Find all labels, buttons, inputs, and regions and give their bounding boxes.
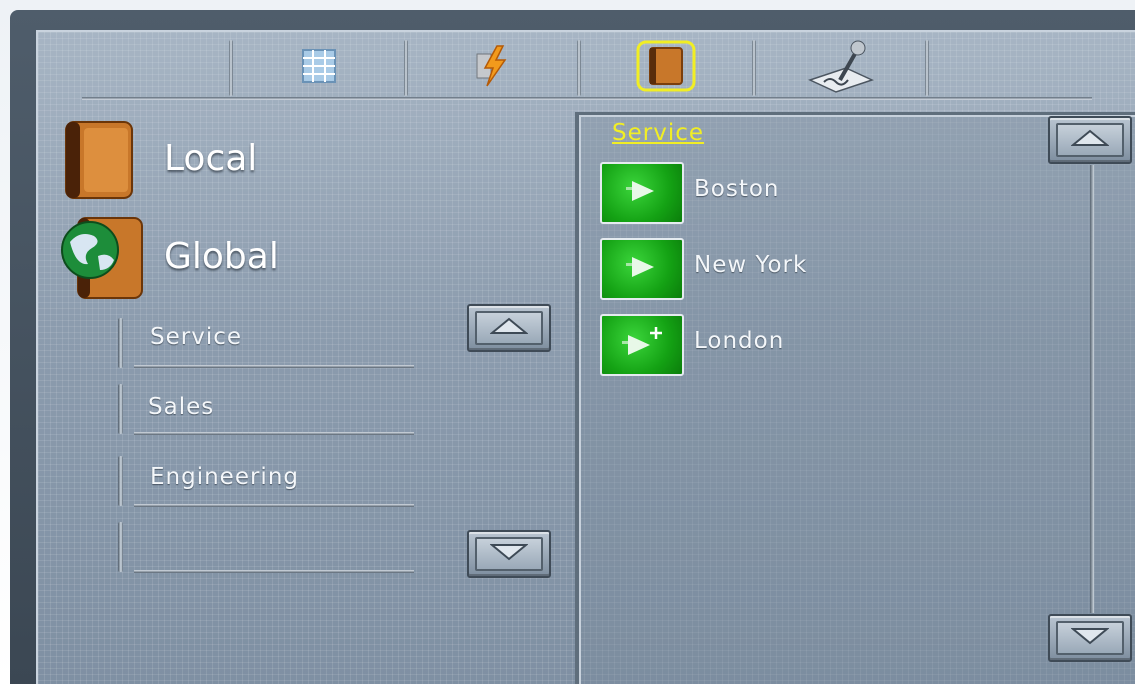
triangle-down-icon bbox=[1070, 627, 1110, 649]
button-face bbox=[1056, 621, 1124, 655]
play-icon bbox=[624, 177, 660, 209]
list-item-bar bbox=[118, 318, 123, 368]
call-button[interactable] bbox=[600, 238, 684, 300]
category-global[interactable] bbox=[56, 212, 152, 308]
triangle-up-icon bbox=[489, 317, 529, 339]
play-icon bbox=[624, 253, 660, 285]
tab-divider bbox=[577, 40, 581, 96]
directory-item-label: New York bbox=[694, 252, 808, 278]
app-window: Local Global Service Sales Engineering S… bbox=[0, 0, 1135, 684]
tab-divider bbox=[925, 40, 929, 96]
directory-item-london[interactable]: London bbox=[600, 314, 1020, 378]
list-item-empty[interactable] bbox=[118, 522, 418, 582]
list-item-bar bbox=[118, 522, 123, 572]
list-item-label: Service bbox=[150, 324, 243, 350]
play-plus-icon bbox=[620, 325, 664, 365]
book-icon bbox=[56, 121, 140, 206]
category-local-label[interactable]: Local bbox=[164, 138, 257, 179]
list-item-divider bbox=[134, 570, 414, 573]
button-face bbox=[475, 537, 543, 571]
list-item-divider bbox=[134, 432, 414, 435]
globe-book-icon bbox=[56, 217, 152, 308]
grid-table-icon bbox=[299, 46, 339, 90]
button-face bbox=[475, 311, 543, 345]
button-face bbox=[1056, 123, 1124, 157]
triangle-down-icon bbox=[489, 543, 529, 565]
directory-item-boston[interactable]: Boston bbox=[600, 162, 1020, 226]
directory-title[interactable]: Service bbox=[612, 120, 704, 146]
list-item-sales[interactable]: Sales bbox=[118, 384, 418, 444]
pen-signature-icon bbox=[806, 38, 876, 98]
left-scroll-down-button[interactable] bbox=[467, 530, 551, 578]
right-scroll-track[interactable] bbox=[1090, 165, 1094, 613]
lightning-bolt-icon bbox=[475, 44, 511, 92]
list-item-label: Engineering bbox=[150, 464, 299, 490]
list-item-divider bbox=[134, 504, 414, 507]
triangle-up-icon bbox=[1070, 129, 1110, 151]
tab-divider bbox=[404, 40, 408, 96]
tab-divider bbox=[752, 40, 756, 96]
right-scroll-up-button[interactable] bbox=[1048, 116, 1132, 164]
call-button[interactable] bbox=[600, 314, 684, 376]
directory-item-new-york[interactable]: New York bbox=[600, 238, 1020, 302]
list-item-service[interactable]: Service bbox=[118, 318, 418, 378]
tab-address-book[interactable] bbox=[583, 40, 749, 96]
category-local[interactable] bbox=[56, 118, 140, 206]
list-item-bar bbox=[118, 456, 123, 506]
right-scroll-down-button[interactable] bbox=[1048, 614, 1132, 662]
list-item-label: Sales bbox=[148, 394, 215, 420]
category-global-label[interactable]: Global bbox=[164, 236, 279, 277]
list-item-engineering[interactable]: Engineering bbox=[118, 456, 418, 516]
tab-divider bbox=[229, 40, 233, 96]
directory-item-label: Boston bbox=[694, 176, 780, 202]
tab-signature[interactable] bbox=[758, 40, 924, 96]
toolbar-separator bbox=[82, 97, 1092, 100]
left-scroll-up-button[interactable] bbox=[467, 304, 551, 352]
directory-item-label: London bbox=[694, 328, 785, 354]
list-item-divider bbox=[134, 365, 414, 368]
tab-lightning[interactable] bbox=[410, 40, 576, 96]
list-item-bar bbox=[118, 384, 123, 434]
tab-grid[interactable] bbox=[236, 40, 402, 96]
call-button[interactable] bbox=[600, 162, 684, 224]
address-book-icon bbox=[636, 40, 696, 96]
